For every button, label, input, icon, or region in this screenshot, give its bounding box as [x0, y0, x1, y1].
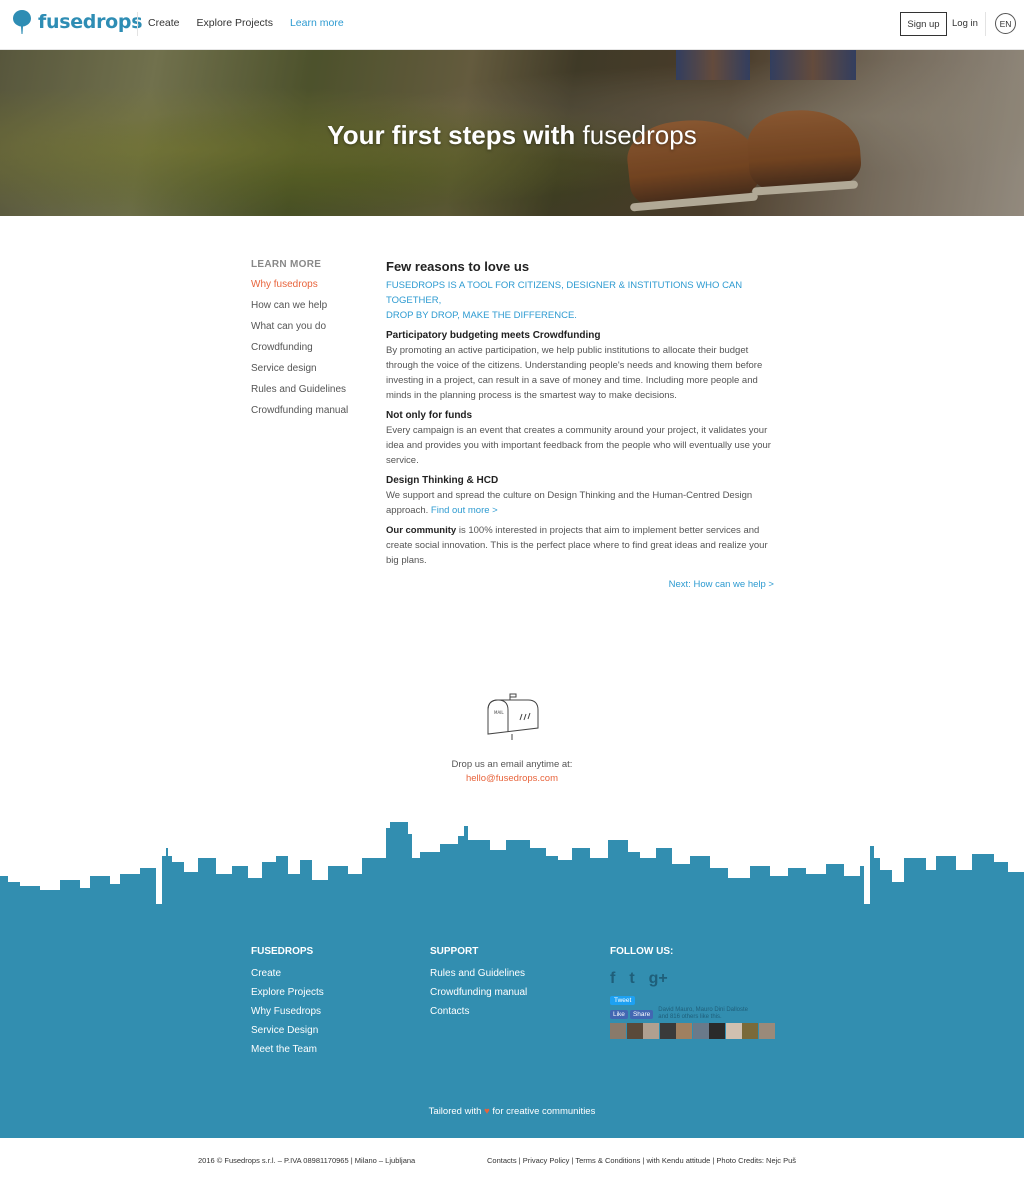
learn-more-sidebar: LEARN MORE Why fusedrops How can we help… [251, 259, 348, 425]
nav-divider [137, 12, 138, 36]
drop-logo-icon [13, 10, 31, 34]
nav-learn-more[interactable]: Learn more [290, 17, 344, 29]
svg-text:MAIL: MAIL [494, 710, 504, 715]
copyright: 2016 © Fusedrops s.r.l. – P.IVA 08981170… [198, 1156, 416, 1165]
contact-block: Drop us an email anytime at: hello@fused… [0, 758, 1024, 786]
nav-explore-projects[interactable]: Explore Projects [197, 17, 273, 29]
sidebar-item-what-can-you-do[interactable]: What can you do [251, 320, 348, 341]
hero-title-light: fusedrops [582, 120, 697, 150]
contact-text: Drop us an email anytime at: [451, 759, 573, 770]
fb-like-text: David Mauro, Mauro Dini Dalloste and 816 … [658, 1007, 748, 1021]
language-button[interactable]: EN [995, 13, 1016, 34]
hero-banner: Your first steps with fusedrops [0, 50, 1024, 216]
footer-link-crowdfunding-manual[interactable]: Crowdfunding manual [430, 986, 527, 1005]
community-bold: Our community [386, 525, 457, 536]
login-link[interactable]: Log in [952, 18, 978, 29]
sidebar-title: LEARN MORE [251, 259, 322, 270]
contact-email-link[interactable]: hello@fusedrops.com [0, 772, 1024, 786]
bottom-bar: 2016 © Fusedrops s.r.l. – P.IVA 08981170… [0, 1138, 1024, 1183]
footer-column-follow: FOLLOW US: f t g+ Tweet Like Share David… [610, 946, 775, 1039]
tagline-line-2: DROP BY DROP, MAKE THE DIFFERENCE. [386, 310, 577, 321]
fb-like-button[interactable]: Like [610, 1009, 628, 1019]
nav-create[interactable]: Create [148, 17, 180, 29]
avatar [610, 1023, 626, 1039]
avatar [659, 1023, 676, 1039]
footer-column-fusedrops: FUSEDROPS Create Explore Projects Why Fu… [251, 946, 324, 1062]
section-text: Every campaign is an event that creates … [386, 425, 771, 466]
signup-button[interactable]: Sign up [900, 12, 947, 36]
section-title: Not only for funds [386, 410, 473, 421]
sidebar-item-crowdfunding[interactable]: Crowdfunding [251, 341, 348, 362]
section-text: We support and spread the culture on Des… [386, 488, 774, 518]
tailored-text: Tailored with ♥ for creative communities [0, 1106, 1024, 1117]
logo[interactable]: fusedrops [12, 9, 143, 35]
footer-link-contacts[interactable]: Contacts [430, 1005, 527, 1024]
sidebar-item-why-fusedrops[interactable]: Why fusedrops [251, 278, 348, 299]
footer-link-create[interactable]: Create [251, 967, 324, 986]
next-page-link[interactable]: Next: How can we help > [386, 579, 774, 590]
page-heading: Few reasons to love us [386, 259, 530, 274]
facebook-like-row: Like Share David Mauro, Mauro Dini Dallo… [610, 1007, 775, 1021]
top-header: fusedrops Create Explore Projects Learn … [0, 0, 1024, 50]
footer-column-support: SUPPORT Rules and Guidelines Crowdfundin… [430, 946, 527, 1024]
sidebar-item-crowdfunding-manual[interactable]: Crowdfunding manual [251, 404, 348, 425]
footer-link-meet-the-team[interactable]: Meet the Team [251, 1043, 324, 1062]
fb-share-button[interactable]: Share [629, 1009, 654, 1019]
tailored-after: for creative communities [492, 1106, 596, 1117]
avatar [626, 1023, 643, 1039]
sidebar-item-how-can-we-help[interactable]: How can we help [251, 299, 348, 320]
avatar [676, 1023, 692, 1039]
community-text: Our community is 100% interested in proj… [386, 523, 774, 568]
avatar [643, 1023, 659, 1039]
tagline-line-1: FUSEDROPS IS A TOOL FOR CITIZENS, DESIGN… [386, 280, 743, 306]
sidebar-item-rules-guidelines[interactable]: Rules and Guidelines [251, 383, 348, 404]
city-skyline [0, 822, 1024, 910]
avatar [709, 1023, 725, 1039]
avatar [758, 1023, 775, 1039]
twitter-icon[interactable]: t [629, 970, 634, 988]
tailored-before: Tailored with [428, 1106, 482, 1117]
hero-title: Your first steps with fusedrops [0, 120, 1024, 151]
find-out-more-link[interactable]: Find out more > [431, 505, 498, 516]
section-title: Participatory budgeting meets Crowdfundi… [386, 330, 601, 341]
heart-icon: ♥ [484, 1106, 490, 1117]
header-divider [985, 12, 986, 36]
main-content: Few reasons to love us FUSEDROPS IS A TO… [386, 259, 774, 590]
mailbox-icon: MAIL [487, 693, 539, 740]
footer-column-title: FUSEDROPS [251, 946, 314, 957]
social-icons: f t g+ [610, 967, 775, 991]
facebook-icon[interactable]: f [610, 970, 615, 988]
sidebar-item-service-design[interactable]: Service design [251, 362, 348, 383]
fb-like-names: David Mauro, Mauro Dini Dalloste [658, 1007, 748, 1013]
footer-column-title: FOLLOW US: [610, 946, 674, 957]
google-plus-icon[interactable]: g+ [649, 970, 668, 988]
footer-column-title: SUPPORT [430, 946, 479, 957]
footer-link-why-fusedrops[interactable]: Why Fusedrops [251, 1005, 324, 1024]
legal-links[interactable]: Contacts | Privacy Policy | Terms & Cond… [487, 1156, 796, 1165]
tagline: FUSEDROPS IS A TOOL FOR CITIZENS, DESIGN… [386, 278, 774, 323]
avatar [742, 1023, 758, 1039]
fb-like-count: and 816 others like this. [658, 1014, 722, 1020]
fb-faces [610, 1023, 775, 1039]
footer-link-rules-guidelines[interactable]: Rules and Guidelines [430, 967, 527, 986]
footer-link-service-design[interactable]: Service Design [251, 1024, 324, 1043]
avatar [692, 1023, 709, 1039]
footer-link-explore-projects[interactable]: Explore Projects [251, 986, 324, 1005]
tweet-button[interactable]: Tweet [610, 996, 636, 1005]
section-title: Design Thinking & HCD [386, 475, 499, 486]
avatar [725, 1023, 742, 1039]
hero-title-bold: Your first steps with [327, 120, 576, 150]
main-nav: Create Explore Projects Learn more [148, 17, 344, 29]
logo-text: fusedrops [38, 11, 143, 33]
section-text: By promoting an active participation, we… [386, 345, 763, 401]
site-footer: FUSEDROPS Create Explore Projects Why Fu… [0, 905, 1024, 1138]
